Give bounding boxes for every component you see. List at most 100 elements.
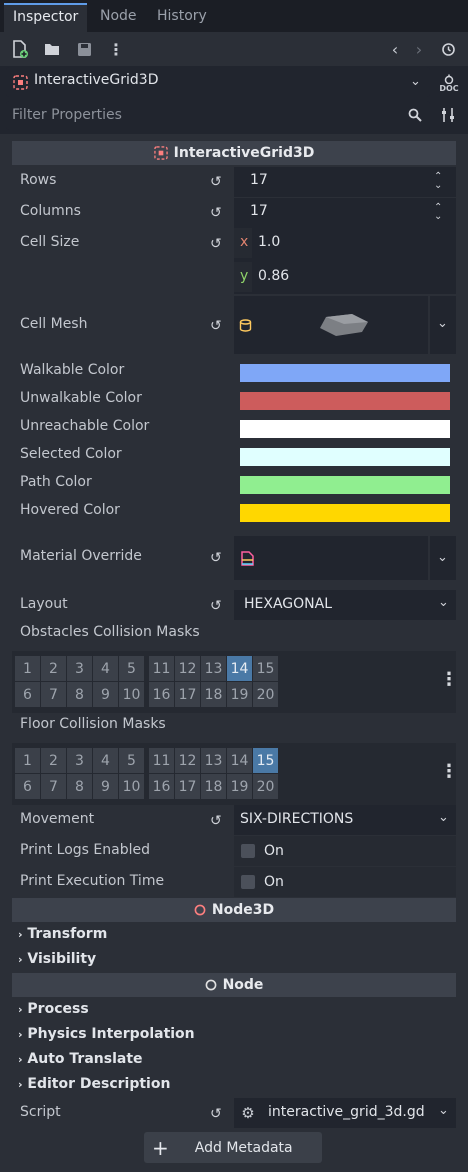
mask-layer-cell[interactable]: 14 [227,748,252,773]
hovered-color-swatch[interactable] [240,504,450,522]
cell-size-y[interactable]: 0.86 [258,268,289,284]
group-auto-translate[interactable]: › Auto Translate [18,1051,143,1067]
kebab-menu-icon[interactable]: ⋮ [440,670,458,690]
mask-layer-cell[interactable]: 13 [201,656,226,681]
save-icon[interactable] [76,41,92,57]
mask-layer-cell[interactable]: 17 [175,774,200,799]
mask-layer-cell[interactable]: 10 [119,774,144,799]
mask-layer-cell[interactable]: 9 [93,682,118,707]
mask-layer-cell[interactable]: 16 [149,774,174,799]
chevron-down-icon: ⌄ [437,550,448,565]
mask-layer-cell[interactable]: 10 [119,682,144,707]
section-interactive-grid-3d[interactable]: InteractiveGrid3D [12,141,456,165]
tab-inspector[interactable]: Inspector [4,3,88,32]
tab-node[interactable]: Node [91,3,146,32]
mask-layer-cell[interactable]: 16 [149,682,174,707]
section-node[interactable]: Node [12,973,456,997]
path-color-swatch[interactable] [240,476,450,494]
print-exec-checkbox[interactable] [241,875,255,889]
unreachable-color-swatch[interactable] [240,420,450,438]
tools-icon[interactable] [440,106,456,124]
kebab-menu-icon[interactable]: ⋮ [440,762,458,782]
columns-spinbox[interactable]: 17 ⌃ ⌄ [234,198,456,228]
mask-layer-cell[interactable]: 1 [15,748,40,773]
mask-layer-cell[interactable]: 13 [201,748,226,773]
revert-icon[interactable]: ↺ [210,814,224,828]
revert-icon[interactable]: ↺ [210,206,224,220]
print-logs-checkbox[interactable] [241,844,255,858]
filter-properties-input[interactable]: Filter Properties [6,101,430,130]
mask-layer-cell[interactable]: 6 [15,682,40,707]
group-transform[interactable]: › Transform [18,926,107,942]
new-resource-icon[interactable] [12,40,28,58]
mask-layer-cell[interactable]: 3 [67,656,92,681]
mask-layer-cell[interactable]: 12 [175,656,200,681]
kebab-menu-icon[interactable]: ⋮ [108,40,124,59]
mask-layer-cell[interactable]: 18 [201,774,226,799]
mask-layer-cell[interactable]: 7 [41,682,66,707]
open-folder-icon[interactable] [44,41,60,57]
mask-layer-cell[interactable]: 5 [119,748,144,773]
mask-layer-cell[interactable]: 6 [15,774,40,799]
script-resource[interactable]: ⚙ interactive_grid_3d.gd ⌄ [234,1098,456,1128]
unwalkable-color-swatch[interactable] [240,392,450,410]
walkable-color-swatch[interactable] [240,364,450,382]
mask-layer-cell[interactable]: 5 [119,656,144,681]
revert-icon[interactable]: ↺ [210,551,224,565]
mask-layer-cell[interactable]: 9 [93,774,118,799]
mask-layer-cell[interactable]: 3 [67,748,92,773]
node-selector[interactable]: InteractiveGrid3D ⌄ [6,67,430,97]
mask-layer-cell[interactable]: 8 [67,682,92,707]
material-override-dropdown-button[interactable]: ⌄ [430,536,456,580]
movement-select[interactable]: SIX-DIRECTIONS ⌄ [234,805,456,835]
layout-select[interactable]: HEXAGONAL ⌄ [234,590,456,620]
columns-value: 17 [250,203,268,219]
mask-layer-cell[interactable]: 14 [227,656,252,681]
chevron-down-icon: ⌄ [438,810,449,825]
group-label: Process [27,1001,89,1017]
layout-label: Layout [20,596,68,612]
mask-layer-cell[interactable]: 2 [41,748,66,773]
group-label: Editor Description [27,1076,171,1092]
mask-layer-cell[interactable]: 8 [67,774,92,799]
mask-layer-cell[interactable]: 11 [149,656,174,681]
mask-layer-cell[interactable]: 7 [41,774,66,799]
mask-layer-cell[interactable]: 4 [93,748,118,773]
cell-mesh-dropdown-button[interactable]: ⌄ [430,296,456,354]
revert-icon[interactable]: ↺ [210,319,224,333]
material-override-resource[interactable] [234,536,428,580]
doc-icon[interactable]: DOC [438,72,460,94]
back-icon[interactable]: ‹ [388,40,402,59]
revert-icon[interactable]: ↺ [210,237,224,251]
revert-icon[interactable]: ↺ [210,1107,224,1121]
mask-layer-cell[interactable]: 19 [227,774,252,799]
mask-layer-cell[interactable]: 12 [175,748,200,773]
mask-layer-cell[interactable]: 15 [253,748,278,773]
history-icon[interactable] [440,40,456,58]
forward-icon[interactable]: › [412,40,426,59]
mask-layer-cell[interactable]: 2 [41,656,66,681]
mask-layer-cell[interactable]: 11 [149,748,174,773]
group-editor-description[interactable]: › Editor Description [18,1076,170,1092]
mask-layer-cell[interactable]: 4 [93,656,118,681]
add-metadata-button[interactable]: + Add Metadata [144,1132,322,1163]
revert-icon[interactable]: ↺ [210,599,224,613]
node-name: InteractiveGrid3D [34,72,159,88]
group-visibility[interactable]: › Visibility [18,951,96,967]
section-node3d[interactable]: Node3D [12,898,456,922]
rows-spinbox[interactable]: 17 ⌃ ⌄ [234,167,456,197]
mask-layer-cell[interactable]: 19 [227,682,252,707]
mask-layer-cell[interactable]: 1 [15,656,40,681]
cell-size-x[interactable]: 1.0 [258,234,280,250]
revert-icon[interactable]: ↺ [210,175,224,189]
selected-color-swatch[interactable] [240,448,450,466]
mask-layer-cell[interactable]: 15 [253,656,278,681]
cell-mesh-resource[interactable] [234,296,428,354]
mask-layer-cell[interactable]: 20 [253,682,278,707]
mask-layer-cell[interactable]: 18 [201,682,226,707]
group-physics-interpolation[interactable]: › Physics Interpolation [18,1026,195,1042]
mask-layer-cell[interactable]: 17 [175,682,200,707]
group-process[interactable]: › Process [18,1001,89,1017]
tab-history[interactable]: History [148,3,216,32]
mask-layer-cell[interactable]: 20 [253,774,278,799]
